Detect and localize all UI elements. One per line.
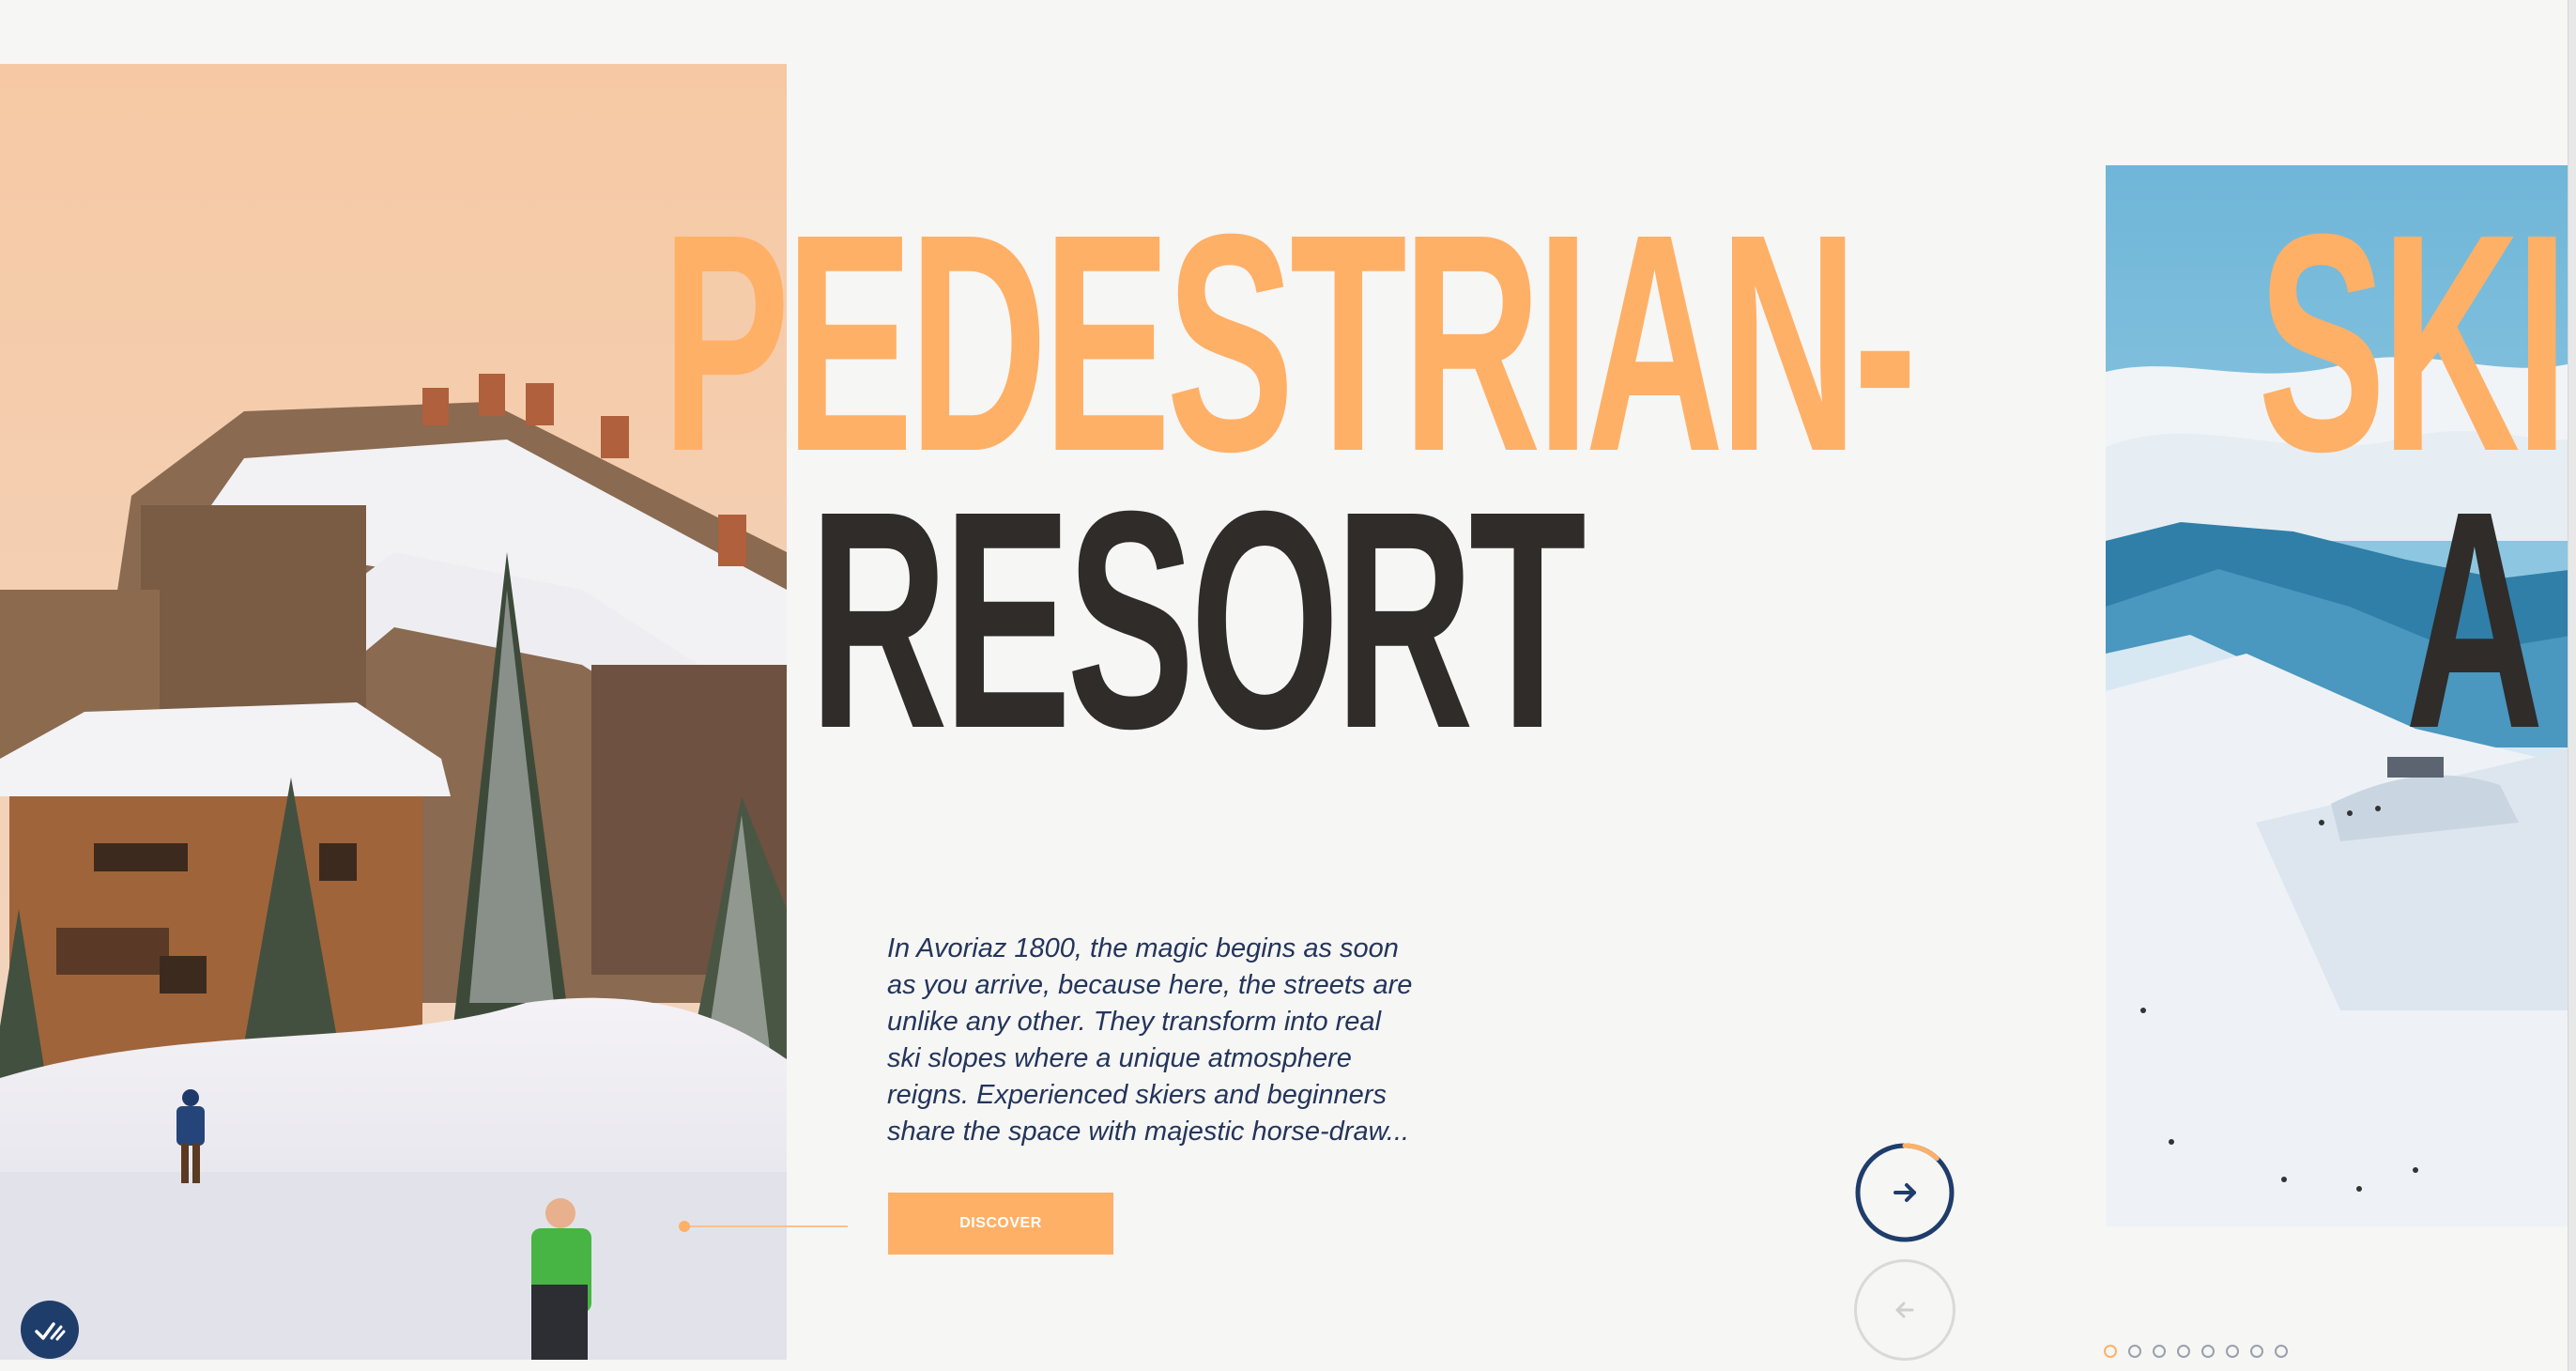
window-scrollbar[interactable] bbox=[2568, 0, 2576, 1371]
pagination-dot[interactable] bbox=[2104, 1345, 2117, 1358]
headline-line-2: RESORT bbox=[809, 446, 1587, 793]
headline-layer: PEDESTRIAN- RESORT SKI A bbox=[0, 0, 2568, 1371]
checkmark-lines-icon bbox=[35, 1322, 66, 1341]
pagination-dot[interactable] bbox=[2128, 1345, 2141, 1358]
previous-slide-button[interactable] bbox=[1854, 1259, 1955, 1361]
next-progress-ring bbox=[1855, 1143, 1955, 1242]
pagination-dot[interactable] bbox=[2250, 1345, 2263, 1358]
slide-pagination bbox=[2104, 1345, 2288, 1358]
next-slide-title-line-1: SKI bbox=[2258, 169, 2568, 516]
next-slide-title-line-2: A bbox=[2405, 446, 2544, 793]
accessibility-badge[interactable] bbox=[21, 1301, 79, 1359]
next-slide-button[interactable] bbox=[1854, 1142, 1955, 1243]
headline-line-1: PEDESTRIAN- bbox=[662, 169, 1917, 516]
discover-button[interactable]: DISCOVER bbox=[888, 1193, 1113, 1255]
pagination-dot[interactable] bbox=[2177, 1345, 2190, 1358]
connector-dot bbox=[679, 1221, 690, 1232]
pagination-dot[interactable] bbox=[2153, 1345, 2166, 1358]
slide-description: In Avoriaz 1800, the magic begins as soo… bbox=[887, 933, 1413, 1147]
pagination-dot[interactable] bbox=[2201, 1345, 2215, 1358]
pagination-dot[interactable] bbox=[2275, 1345, 2288, 1358]
connector-line bbox=[683, 1225, 848, 1227]
arrow-right-icon bbox=[1894, 1183, 1916, 1202]
page: PEDESTRIAN- RESORT SKI A In Avoriaz 1800… bbox=[0, 0, 2576, 1371]
pagination-dot[interactable] bbox=[2226, 1345, 2239, 1358]
arrow-left-icon bbox=[1895, 1302, 1914, 1318]
